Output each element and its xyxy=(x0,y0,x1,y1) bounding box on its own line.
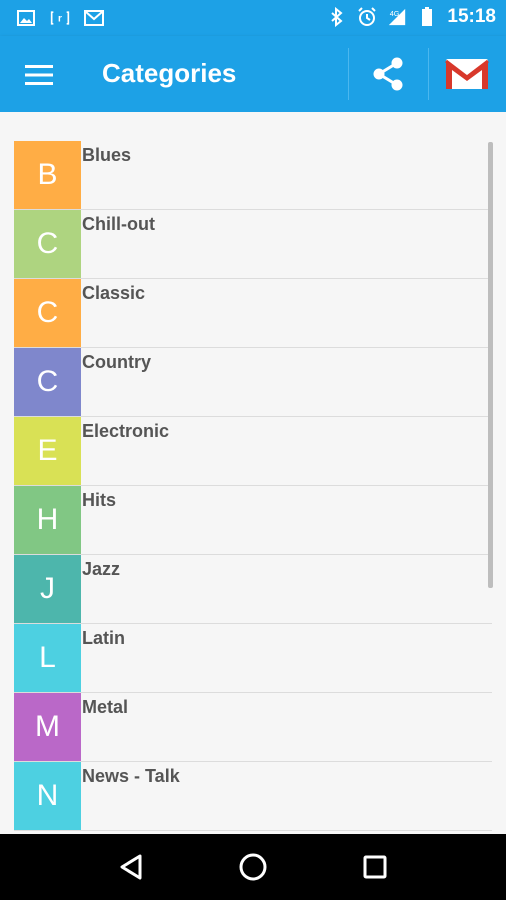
home-button[interactable] xyxy=(228,842,278,892)
category-row[interactable]: C Chill-out xyxy=(14,210,492,279)
svg-text:4G: 4G xyxy=(390,9,400,18)
category-label: Jazz xyxy=(82,559,121,579)
share-icon xyxy=(373,57,403,91)
gmail-small-icon xyxy=(84,8,104,28)
category-letter-badge: M xyxy=(14,693,81,761)
category-label: Electronic xyxy=(82,421,170,441)
category-row[interactable]: C Country xyxy=(14,348,492,417)
category-label: Metal xyxy=(82,697,129,717)
status-left-icons: r xyxy=(16,8,104,28)
status-right-icons: 4G 15:18 xyxy=(327,6,496,28)
category-label: Country xyxy=(82,352,151,372)
image-icon xyxy=(16,8,36,28)
action-group xyxy=(348,48,506,100)
scrollbar[interactable] xyxy=(488,142,493,588)
category-label: Blues xyxy=(82,145,132,165)
category-letter-badge: L xyxy=(14,624,81,692)
category-letter-badge: C xyxy=(14,348,81,416)
r-icon: r xyxy=(50,8,70,28)
status-time: 15:18 xyxy=(447,6,496,27)
category-label: News - Talk xyxy=(82,766,180,786)
status-bar: r 4G 15:18 xyxy=(0,0,506,36)
battery-icon xyxy=(417,7,437,27)
category-row[interactable]: H Hits xyxy=(14,486,492,555)
home-icon xyxy=(239,853,267,881)
hamburger-menu-icon xyxy=(25,65,53,85)
gmail-button[interactable] xyxy=(427,48,506,100)
category-letter-badge: N xyxy=(14,762,81,830)
category-label: Chill-out xyxy=(82,214,155,234)
category-letter-badge: C xyxy=(14,210,81,278)
page-title: Categories xyxy=(102,58,237,88)
category-row[interactable]: E Electronic xyxy=(14,417,492,486)
category-letter-badge: J xyxy=(14,555,81,623)
recents-button[interactable] xyxy=(350,842,400,892)
signal-4g-icon: 4G xyxy=(387,7,407,27)
category-label: Hits xyxy=(82,490,117,510)
category-letter-badge: B xyxy=(14,141,81,209)
category-letter-badge: C xyxy=(14,279,81,347)
category-row[interactable]: C Classic xyxy=(14,279,492,348)
category-row[interactable]: L Latin xyxy=(14,624,492,693)
category-row[interactable]: M Metal xyxy=(14,693,492,762)
menu-button[interactable] xyxy=(18,58,60,92)
bluetooth-icon xyxy=(327,7,347,27)
app-bar: Categories xyxy=(0,36,506,112)
category-label: Latin xyxy=(82,628,125,648)
share-button[interactable] xyxy=(349,48,428,100)
back-button[interactable] xyxy=(106,842,156,892)
category-row[interactable]: N News - Talk xyxy=(14,762,492,831)
content-area: B Blues C Chill-out C Classic C Country E Electro… xyxy=(0,112,506,834)
alarm-icon xyxy=(357,7,377,27)
category-row[interactable]: B Blues xyxy=(14,141,492,210)
category-list: B Blues C Chill-out C Classic C Country E Electro… xyxy=(14,141,492,831)
svg-text:r: r xyxy=(58,13,62,24)
category-letter-badge: H xyxy=(14,486,81,554)
recents-icon xyxy=(363,855,387,879)
back-icon xyxy=(120,854,142,880)
category-label: Classic xyxy=(82,283,146,303)
category-letter-badge: E xyxy=(14,417,81,485)
category-row[interactable]: J Jazz xyxy=(14,555,492,624)
gmail-icon xyxy=(445,59,490,89)
navigation-bar xyxy=(0,834,506,900)
